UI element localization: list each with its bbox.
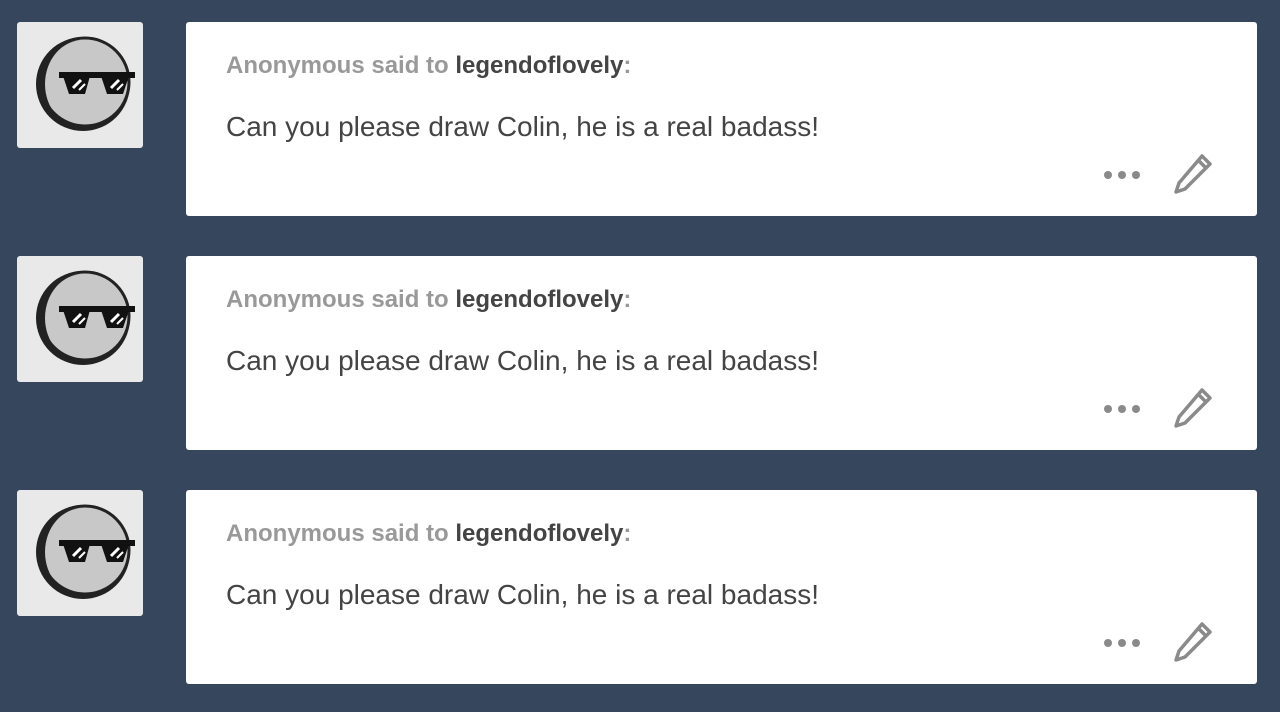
colon-text: : <box>623 520 632 547</box>
asker-name: Anonymous <box>226 520 365 547</box>
asker-name: Anonymous <box>226 286 365 313</box>
ask-card: Anonymous said to legendoflovely: Can yo… <box>186 490 1257 684</box>
avatar[interactable] <box>17 22 143 148</box>
blog-name-link[interactable]: legendoflovely <box>455 520 623 547</box>
colon-text: : <box>623 286 632 313</box>
more-options-button[interactable] <box>1100 162 1144 188</box>
edit-button[interactable] <box>1172 152 1216 196</box>
ellipsis-icon <box>1104 639 1140 647</box>
said-to-text: said to <box>364 520 456 547</box>
said-to-text: said to <box>364 286 456 313</box>
blog-name-link[interactable]: legendoflovely <box>455 52 623 79</box>
ask-post: Anonymous said to legendoflovely: Can yo… <box>0 22 1280 216</box>
ellipsis-icon <box>1104 405 1140 413</box>
asker-line: Anonymous said to legendoflovely: <box>226 286 631 314</box>
pencil-icon <box>1174 154 1212 194</box>
anonymous-sunglasses-avatar-icon <box>36 270 135 365</box>
avatar[interactable] <box>17 256 143 382</box>
ask-post: Anonymous said to legendoflovely: Can yo… <box>0 490 1280 684</box>
more-options-button[interactable] <box>1100 396 1144 422</box>
avatar[interactable] <box>17 490 143 616</box>
question-text: Can you please draw Colin, he is a real … <box>226 111 820 142</box>
ask-card: Anonymous said to legendoflovely: Can yo… <box>186 22 1257 216</box>
said-to-text: said to <box>364 52 456 79</box>
edit-button[interactable] <box>1172 620 1216 664</box>
blog-name-link[interactable]: legendoflovely <box>455 286 623 313</box>
edit-button[interactable] <box>1172 386 1216 430</box>
asker-line: Anonymous said to legendoflovely: <box>226 52 631 80</box>
asker-line: Anonymous said to legendoflovely: <box>226 520 631 548</box>
anonymous-sunglasses-avatar-icon <box>36 504 135 599</box>
pencil-icon <box>1174 622 1212 662</box>
question-text: Can you please draw Colin, he is a real … <box>226 579 820 610</box>
pencil-icon <box>1174 388 1212 428</box>
ask-card: Anonymous said to legendoflovely: Can yo… <box>186 256 1257 450</box>
anonymous-sunglasses-avatar-icon <box>36 36 135 131</box>
more-options-button[interactable] <box>1100 630 1144 656</box>
asker-name: Anonymous <box>226 52 365 79</box>
ask-post: Anonymous said to legendoflovely: Can yo… <box>0 256 1280 450</box>
ellipsis-icon <box>1104 171 1140 179</box>
question-text: Can you please draw Colin, he is a real … <box>226 345 820 376</box>
colon-text: : <box>623 52 632 79</box>
